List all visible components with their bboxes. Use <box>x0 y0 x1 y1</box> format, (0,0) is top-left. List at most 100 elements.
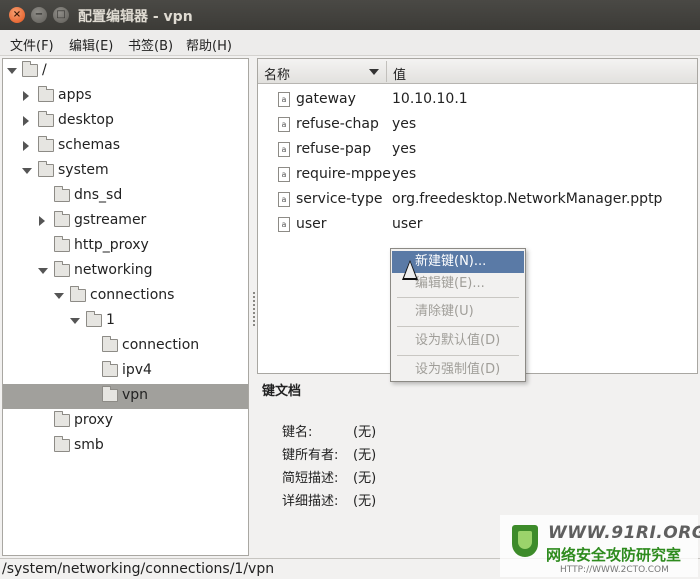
tree-node-label: gstreamer <box>74 212 147 228</box>
tree-node-label: dns_sd <box>74 187 123 203</box>
tree-node-label: proxy <box>74 412 114 428</box>
table-row[interactable]: a user user <box>258 212 697 237</box>
folder-icon <box>54 436 70 452</box>
status-path: /system/networking/connections/1/vpn <box>2 561 275 577</box>
string-key-icon: a <box>278 217 290 232</box>
menu-file[interactable]: 文件(F) <box>10 35 54 54</box>
watermark-sub: HTTP://WWW.2CTO.COM <box>560 565 669 575</box>
tree-node-networking[interactable]: networking <box>3 259 248 284</box>
table-row[interactable]: a require-mppe yes <box>258 162 697 187</box>
folder-icon <box>38 111 54 127</box>
menu-help[interactable]: 帮助(H) <box>186 35 232 54</box>
expander-down-icon[interactable] <box>38 268 48 274</box>
tree-node-vpn[interactable]: vpn <box>3 384 248 409</box>
tree-node-proxy[interactable]: proxy <box>3 409 248 434</box>
table-row[interactable]: a gateway 10.10.10.1 <box>258 87 697 112</box>
tree-node-label: connection <box>122 337 200 353</box>
column-header-value[interactable]: 值 <box>393 64 406 83</box>
doc-value-key-owner: (无) <box>353 448 377 463</box>
key-doc-title: 键文档 <box>262 384 302 399</box>
expander-right-icon[interactable] <box>23 91 29 101</box>
close-window-button[interactable]: × <box>9 7 25 23</box>
sort-descending-icon[interactable] <box>369 69 379 75</box>
key-name: refuse-chap <box>296 116 379 132</box>
watermark: WWW.91RI.ORG 网络安全攻防研究室 HTTP://WWW.2CTO.C… <box>500 515 700 577</box>
expander-right-icon[interactable] <box>23 116 29 126</box>
folder-icon <box>102 386 118 402</box>
tree-node-desktop[interactable]: desktop <box>3 109 248 134</box>
expander-right-icon[interactable] <box>23 141 29 151</box>
minimize-window-button[interactable]: − <box>31 7 47 23</box>
key-value: 10.10.10.1 <box>392 91 468 107</box>
tree-node-label: ipv4 <box>122 362 152 378</box>
tree-node-connections[interactable]: connections <box>3 284 248 309</box>
key-tree[interactable]: / apps desktop schemas system dns_sd gst… <box>2 58 249 556</box>
expander-down-icon[interactable] <box>22 168 32 174</box>
key-value: user <box>392 216 423 232</box>
maximize-window-button[interactable]: □ <box>53 7 69 23</box>
tree-node-connection[interactable]: connection <box>3 334 248 359</box>
key-name: require-mppe <box>296 166 391 182</box>
menu-separator <box>397 355 519 356</box>
tree-node-label: vpn <box>122 387 149 403</box>
doc-value-short-desc: (无) <box>353 471 377 486</box>
menu-separator <box>397 326 519 327</box>
menu-bar: 文件(F) 编辑(E) 书签(B) 帮助(H) <box>0 30 700 56</box>
tree-node-label: system <box>58 162 109 178</box>
doc-label-key-owner: 键所有者: <box>282 448 339 463</box>
tree-node-http-proxy[interactable]: http_proxy <box>3 234 248 259</box>
menu-edit[interactable]: 编辑(E) <box>69 35 113 54</box>
tree-node-root[interactable]: / <box>3 59 248 84</box>
window-titlebar: × − □ 配置编辑器 - vpn <box>0 0 700 30</box>
menu-bookmarks[interactable]: 书签(B) <box>128 35 173 54</box>
menu-item-set-mandatory[interactable]: 设为强制值(D) <box>392 359 524 381</box>
folder-icon <box>54 411 70 427</box>
key-name: service-type <box>296 191 383 207</box>
string-key-icon: a <box>278 142 290 157</box>
column-header-name[interactable]: 名称 <box>264 64 290 83</box>
tree-node-dns-sd[interactable]: dns_sd <box>3 184 248 209</box>
table-row[interactable]: a refuse-chap yes <box>258 112 697 137</box>
folder-icon <box>54 211 70 227</box>
string-key-icon: a <box>278 92 290 107</box>
key-name: refuse-pap <box>296 141 372 157</box>
string-key-icon: a <box>278 117 290 132</box>
key-value: yes <box>392 116 417 132</box>
table-row[interactable]: a refuse-pap yes <box>258 137 697 162</box>
folder-icon <box>54 236 70 252</box>
splitter-grip-icon[interactable] <box>253 292 255 328</box>
menu-item-unset-key[interactable]: 清除键(U) <box>392 301 524 323</box>
tree-node-label: apps <box>58 87 92 103</box>
window-title: 配置编辑器 - vpn <box>78 9 193 25</box>
expander-down-icon[interactable] <box>70 318 80 324</box>
doc-value-long-desc: (无) <box>353 494 377 509</box>
menu-item-set-default[interactable]: 设为默认值(D) <box>392 330 524 352</box>
key-value: org.freedesktop.NetworkManager.pptp <box>392 191 663 207</box>
tree-node-system[interactable]: system <box>3 159 248 184</box>
tree-node-label: networking <box>74 262 153 278</box>
expander-down-icon[interactable] <box>54 293 64 299</box>
key-name: gateway <box>296 91 356 107</box>
tree-node-label: smb <box>74 437 104 453</box>
folder-icon <box>22 61 38 77</box>
doc-value-key-name: (无) <box>353 425 377 440</box>
expander-right-icon[interactable] <box>39 216 45 226</box>
column-divider[interactable] <box>386 61 387 82</box>
tree-node-smb[interactable]: smb <box>3 434 248 459</box>
folder-icon <box>54 261 70 277</box>
expander-down-icon[interactable] <box>7 68 17 74</box>
tree-node-1[interactable]: 1 <box>3 309 248 334</box>
tree-node-label: http_proxy <box>74 237 149 253</box>
folder-icon <box>54 186 70 202</box>
watermark-cn: 网络安全攻防研究室 <box>546 546 682 564</box>
folder-icon <box>102 336 118 352</box>
table-row[interactable]: a service-type org.freedesktop.NetworkMa… <box>258 187 697 212</box>
tree-node-gstreamer[interactable]: gstreamer <box>3 209 248 234</box>
folder-icon <box>38 86 54 102</box>
tree-node-apps[interactable]: apps <box>3 84 248 109</box>
folder-icon <box>38 136 54 152</box>
tree-node-schemas[interactable]: schemas <box>3 134 248 159</box>
menu-separator <box>397 297 519 298</box>
string-key-icon: a <box>278 192 290 207</box>
tree-node-ipv4[interactable]: ipv4 <box>3 359 248 384</box>
